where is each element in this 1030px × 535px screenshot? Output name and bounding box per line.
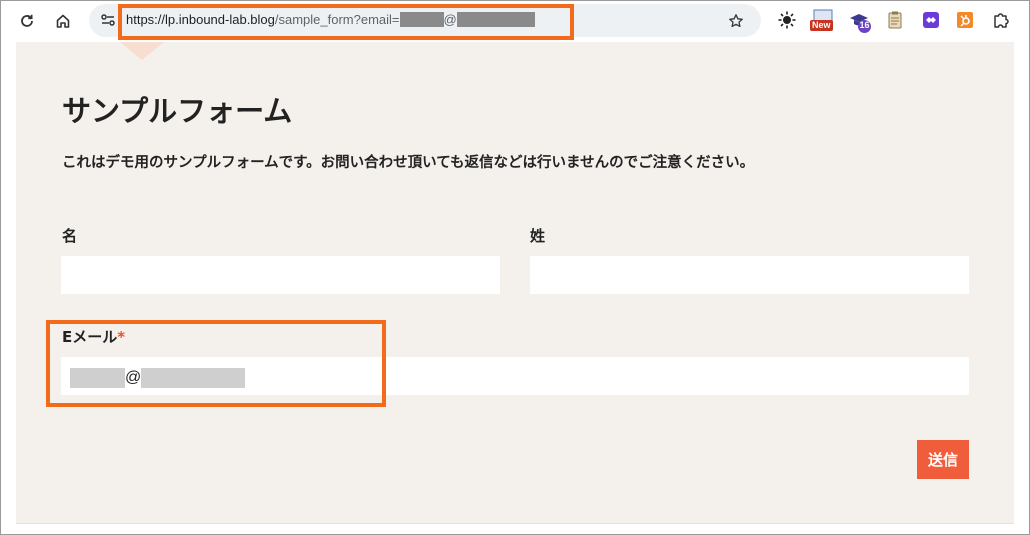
submit-button[interactable]: 送信 xyxy=(917,440,969,479)
purple-extension-icon[interactable] xyxy=(920,9,942,31)
email-label-text: Eメール xyxy=(62,328,118,346)
form-title: サンプルフォーム xyxy=(62,94,293,128)
email-value: @ xyxy=(70,368,246,388)
clipboard-extension-icon[interactable] xyxy=(884,9,906,31)
graduation-badge: 16 xyxy=(858,20,871,33)
new-badge: New xyxy=(810,20,833,31)
redacted-block xyxy=(456,12,535,27)
last-name-input[interactable] xyxy=(530,256,969,294)
email-at: @ xyxy=(125,369,142,386)
form-description: これはデモ用のサンプルフォームです。お問い合わせ頂いても返信などは行いませんので… xyxy=(62,155,755,171)
new-extension-icon[interactable]: New xyxy=(810,9,836,31)
url-text: https://lp.inbound-lab.blog/sample_form?… xyxy=(126,12,535,27)
home-icon[interactable] xyxy=(50,8,76,34)
url-host: https://lp.inbound-lab.blog xyxy=(126,12,275,27)
site-info-icon[interactable] xyxy=(97,9,119,31)
sun-extension-icon[interactable] xyxy=(776,9,798,31)
required-mark: * xyxy=(117,328,126,346)
address-bar[interactable]: https://lp.inbound-lab.blog/sample_form?… xyxy=(89,4,761,37)
redacted-block xyxy=(70,368,125,388)
first-name-input[interactable] xyxy=(61,256,500,294)
browser-toolbar: https://lp.inbound-lab.blog/sample_form?… xyxy=(0,0,1030,42)
extensions-puzzle-icon[interactable] xyxy=(990,9,1012,31)
reload-icon[interactable] xyxy=(14,8,40,34)
graduation-cap-icon[interactable]: 16 xyxy=(848,9,871,33)
bookmark-star-icon[interactable] xyxy=(725,10,747,32)
url-at: @ xyxy=(443,12,457,27)
redacted-block xyxy=(141,368,246,388)
redacted-block xyxy=(399,12,444,27)
hubspot-icon[interactable] xyxy=(954,9,976,31)
last-name-label: 姓 xyxy=(530,227,546,245)
email-label: Eメール* xyxy=(62,326,125,347)
decorative-notch xyxy=(120,42,164,60)
first-name-label: 名 xyxy=(62,227,78,245)
url-path: /sample_form?email= xyxy=(274,12,400,27)
page-footer-strip xyxy=(16,523,1014,535)
